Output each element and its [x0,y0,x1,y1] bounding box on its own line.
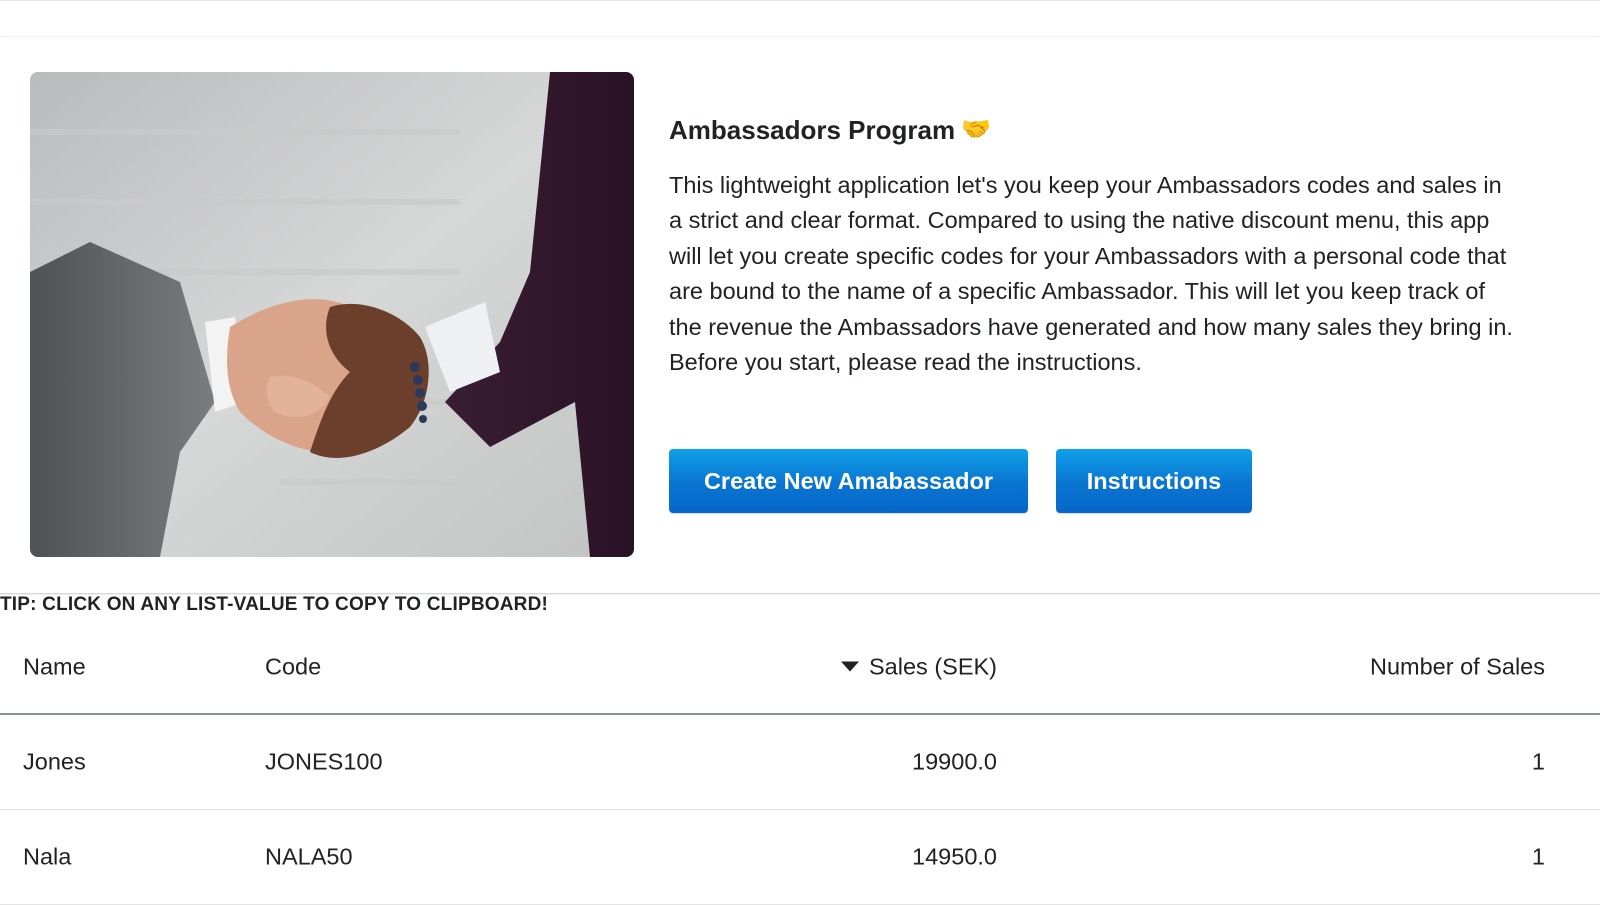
column-header-name[interactable]: Name [23,653,86,680]
cell-code[interactable]: NALA50 [265,844,353,871]
sort-descending-icon [841,661,859,671]
column-header-sales[interactable]: Sales (SEK) [841,653,997,680]
cell-name[interactable]: Nala [23,844,71,871]
column-header-number-of-sales[interactable]: Number of Sales [1370,653,1545,680]
column-header-code[interactable]: Code [265,653,321,680]
table-row: Jones JONES100 19900.0 1 [0,715,1600,810]
cell-sales[interactable]: 19900.0 [912,749,997,776]
cell-number-of-sales[interactable]: 1 [1532,844,1545,871]
column-header-sales-label: Sales (SEK) [869,653,997,679]
action-buttons: Create New Amabassador Instructions [669,449,1252,513]
instructions-button[interactable]: Instructions [1056,449,1252,513]
cell-code[interactable]: JONES100 [265,749,383,776]
top-bar [0,0,1600,38]
cell-sales[interactable]: 14950.0 [912,844,997,871]
program-description: This lightweight application let's you k… [669,172,1513,376]
page-title: Ambassadors Program 🤝 [669,110,1549,150]
program-info: Ambassadors Program 🤝 This lightweight a… [669,110,1549,380]
table-header: Name Code Sales (SEK) Number of Sales [0,620,1600,715]
handshake-photo [30,72,634,557]
clipboard-tip: TIP: CLICK ON ANY LIST-VALUE TO COPY TO … [0,594,549,615]
cell-number-of-sales[interactable]: 1 [1532,749,1545,776]
cell-name[interactable]: Jones [23,749,86,776]
table-row: Nala NALA50 14950.0 1 [0,810,1600,905]
program-title: Ambassadors Program [669,115,956,145]
create-ambassador-button[interactable]: Create New Amabassador [669,449,1028,513]
handshake-icon: 🤝 [961,116,991,143]
ambassadors-table: Name Code Sales (SEK) Number of Sales Jo… [0,620,1600,905]
